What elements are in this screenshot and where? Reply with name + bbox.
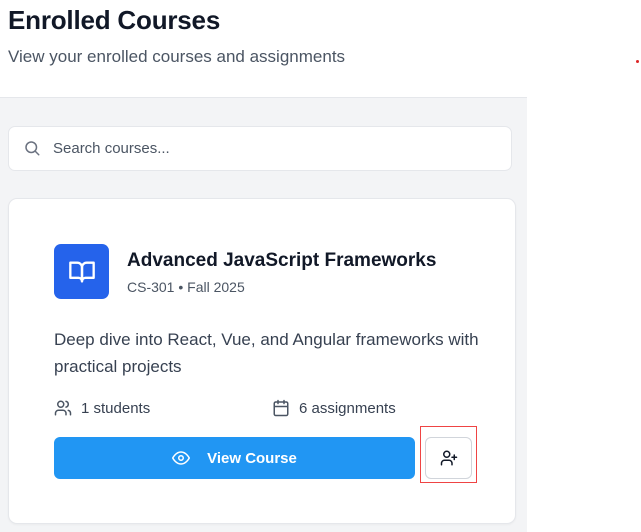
page-subtitle: View your enrolled courses and assignmen… — [8, 47, 346, 66]
search-box[interactable] — [8, 126, 512, 171]
page-title: Enrolled Courses — [8, 5, 221, 35]
user-plus-icon — [440, 450, 457, 466]
book-open-icon — [68, 261, 95, 282]
assignments-count: 6 assignments — [299, 399, 396, 417]
eye-icon — [172, 451, 191, 465]
course-card: Advanced JavaScript Frameworks CS-301 • … — [8, 198, 516, 524]
users-icon — [54, 400, 72, 416]
indicator-dot — [636, 60, 639, 63]
page-header: Enrolled Courses View your enrolled cour… — [0, 0, 641, 98]
course-description: Deep dive into React, Vue, and Angular f… — [54, 330, 479, 376]
assignments-stat: 6 assignments — [272, 399, 396, 417]
course-title: Advanced JavaScript Frameworks — [127, 250, 437, 271]
course-meta: CS-301 • Fall 2025 — [127, 279, 245, 295]
add-user-button[interactable] — [425, 437, 472, 479]
courses-panel: Advanced JavaScript Frameworks CS-301 • … — [0, 97, 527, 532]
students-stat: 1 students — [54, 399, 150, 417]
search-icon — [25, 141, 40, 156]
view-course-button[interactable]: View Course — [54, 437, 415, 479]
search-input[interactable] — [53, 127, 503, 170]
students-count: 1 students — [81, 399, 151, 417]
course-icon-box — [54, 244, 109, 299]
calendar-icon — [273, 399, 289, 417]
view-course-label: View Course — [207, 449, 297, 467]
